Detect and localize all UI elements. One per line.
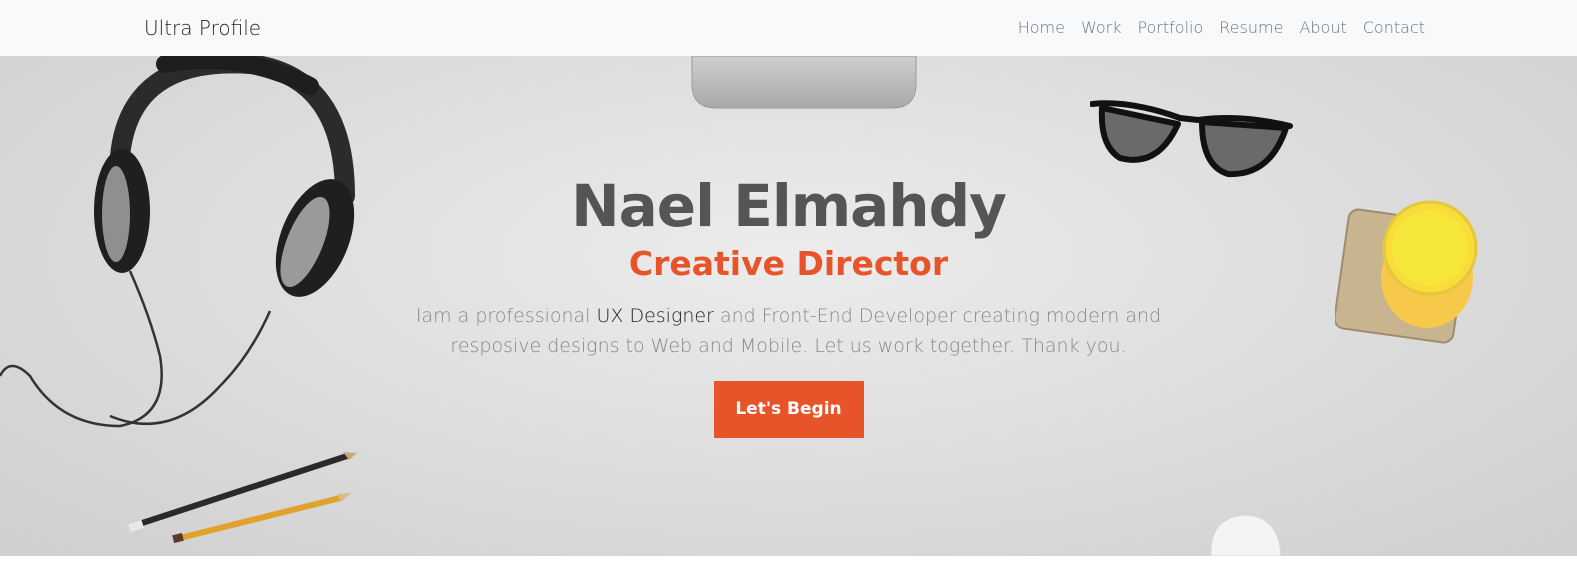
nav-menu: Home Work Portfolio Resume About Contact <box>1010 0 1433 56</box>
monitor-stand-image <box>691 56 917 109</box>
glasses-image <box>1090 100 1293 178</box>
hero-content: Nael Elmahdy Creative Director Iam a pro… <box>0 172 1577 438</box>
nav-link-resume[interactable]: Resume <box>1211 0 1291 56</box>
nav-link-portfolio[interactable]: Portfolio <box>1129 0 1211 56</box>
hero-desc-before: Iam a professional <box>415 305 597 327</box>
nav-link-home[interactable]: Home <box>1010 0 1073 56</box>
mouse-image <box>1210 514 1282 556</box>
lets-begin-button[interactable]: Let's Begin <box>713 381 864 438</box>
hero-description: Iam a professional UX Designer and Front… <box>389 301 1189 361</box>
hero-desc-highlight: UX Designer <box>596 305 714 327</box>
nav-link-about[interactable]: About <box>1291 0 1354 56</box>
pencils-image <box>128 452 357 543</box>
navbar: Ultra Profile Home Work Portfolio Resume… <box>0 0 1577 56</box>
hero-section: Nael Elmahdy Creative Director Iam a pro… <box>0 56 1577 556</box>
nav-link-work[interactable]: Work <box>1073 0 1130 56</box>
nav-link-contact[interactable]: Contact <box>1355 0 1433 56</box>
hero-role: Creative Director <box>628 244 949 283</box>
brand-logo[interactable]: Ultra Profile <box>144 16 261 40</box>
hero-name: Nael Elmahdy <box>571 172 1007 240</box>
